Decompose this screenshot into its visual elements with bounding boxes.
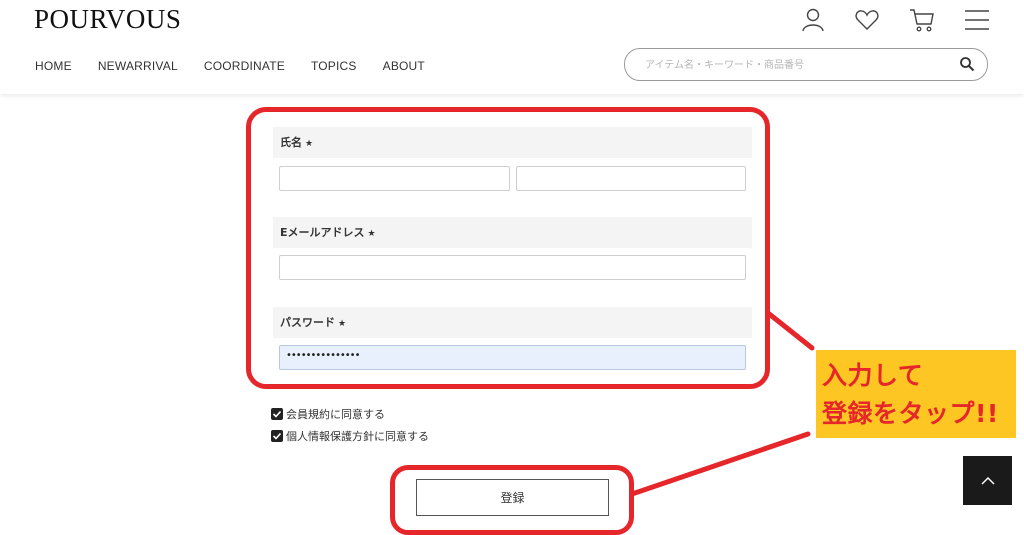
user-icon[interactable] [800,7,826,33]
nav-newarrival[interactable]: NEWARRIVAL [98,59,178,73]
callout-line2: 登録をタップ!! [822,399,999,428]
search-icon[interactable] [959,56,975,72]
highlight-frame-button [390,465,634,535]
checkmark-icon [272,410,282,418]
agree-privacy-row[interactable]: 個人情報保護方針に同意する [271,428,429,444]
site-header: POURVOUS HOME NEWARRIVAL COORDINATE TOPI… [0,0,1024,94]
checkmark-icon [272,432,282,440]
agree-privacy-label: 個人情報保護方針に同意する [286,430,429,443]
agree-terms-checkbox[interactable] [271,408,283,420]
chevron-up-icon [980,476,995,485]
agree-privacy-checkbox[interactable] [271,430,283,442]
search-input[interactable] [643,55,947,75]
annotation-line-lower [629,431,811,497]
nav-topics[interactable]: TOPICS [311,59,357,73]
annotation-callout: 入力して 登録をタップ!! [816,350,1016,438]
main-nav: HOME NEWARRIVAL COORDINATE TOPICS ABOUT [35,59,425,73]
nav-coordinate[interactable]: COORDINATE [204,59,285,73]
brand-logo[interactable]: POURVOUS [34,4,181,35]
menu-icon[interactable] [964,7,990,33]
callout-line1: 入力して [822,361,924,390]
cart-icon[interactable] [909,7,935,33]
highlight-frame-form [246,107,770,389]
nav-home[interactable]: HOME [35,59,72,73]
heart-icon[interactable] [854,7,880,33]
annotation-line-upper [765,310,815,351]
nav-about[interactable]: ABOUT [383,59,425,73]
agree-terms-row[interactable]: 会員規約に同意する [271,406,385,422]
agree-terms-label: 会員規約に同意する [286,408,385,421]
search-box [624,48,988,81]
back-to-top-button[interactable] [963,456,1012,505]
